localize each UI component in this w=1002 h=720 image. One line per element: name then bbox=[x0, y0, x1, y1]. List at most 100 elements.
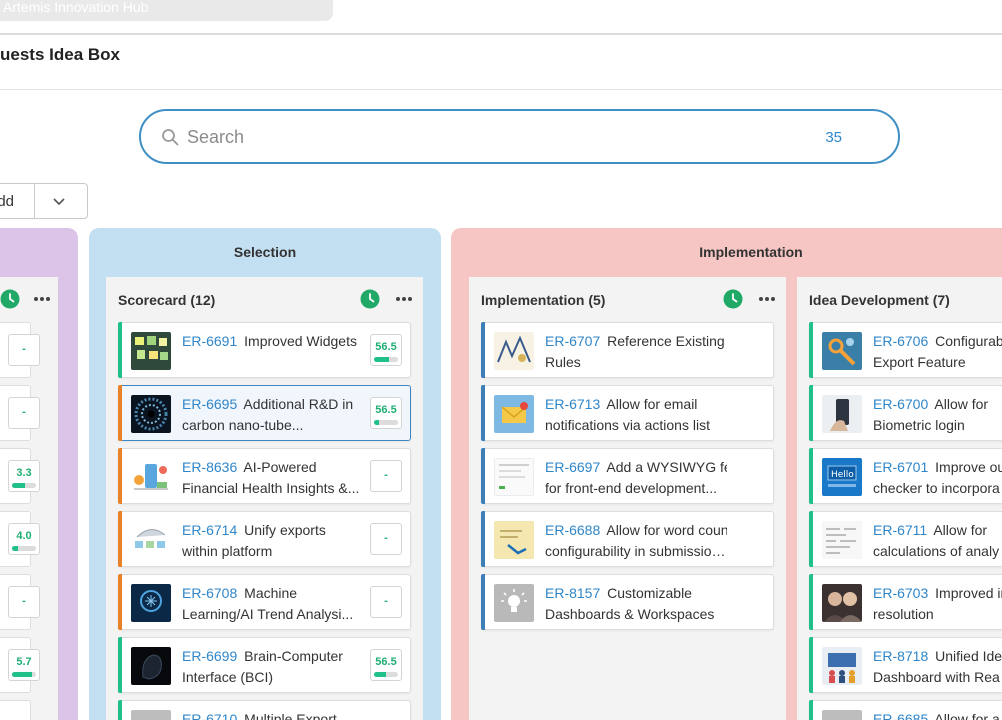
mail-thumb bbox=[494, 395, 534, 433]
idea-card[interactable]: ER-8157 Customizable Dashboards & Workspa… bbox=[481, 574, 774, 630]
score-badge[interactable]: 56.5 bbox=[370, 397, 402, 429]
card-id[interactable]: ER-6701 bbox=[873, 459, 928, 475]
score-value: 56.5 bbox=[375, 656, 397, 668]
idea-card[interactable]: ER-6699 Brain-Computer Interface (BCI) 56.… bbox=[118, 637, 411, 693]
card-id[interactable]: ER-6697 bbox=[545, 459, 600, 475]
card-title[interactable]: ER-6714 Unify exports within platform bbox=[182, 520, 364, 562]
card-id[interactable]: ER-8157 bbox=[545, 585, 600, 601]
title-divider bbox=[0, 89, 1002, 90]
score-badge[interactable]: - bbox=[8, 586, 40, 618]
idea-card[interactable]: ER-6707 Reference Existing Rules bbox=[481, 322, 774, 378]
card-id[interactable]: ER-6699 bbox=[182, 648, 237, 664]
score-badge[interactable]: - bbox=[370, 460, 402, 492]
clock-icon[interactable] bbox=[360, 289, 380, 309]
score-badge[interactable]: 5.7 bbox=[8, 649, 40, 681]
card-title-text: Additional R&D in bbox=[243, 396, 354, 412]
card-title[interactable]: ER-6691 Improved Widgets bbox=[182, 331, 364, 352]
card-line1: ER-6695 Additional R&D in bbox=[182, 396, 353, 412]
card-id[interactable]: ER-6691 bbox=[182, 333, 237, 349]
card-title[interactable]: ER-6685 Allow for a bbox=[873, 709, 1002, 720]
card-title[interactable]: ER-6710 Multiple Export bbox=[182, 709, 364, 720]
card-id[interactable]: ER-6711 bbox=[873, 522, 927, 538]
card-title[interactable]: ER-8718 Unified Idea Dashboard with Rea bbox=[873, 646, 1002, 688]
idea-card[interactable]: ER-6710 Multiple Export bbox=[118, 700, 411, 720]
idea-card-partial[interactable]: - bbox=[0, 574, 40, 630]
card-title[interactable]: ER-6706 Configurab Export Feature bbox=[873, 331, 1002, 373]
idea-card[interactable]: ER-6714 Unify exports within platform - bbox=[118, 511, 411, 567]
idea-card[interactable]: ER-6697 Add a WYSIWYG feature for front-e… bbox=[481, 448, 774, 504]
card-title[interactable]: ER-6697 Add a WYSIWYG feature for front-e… bbox=[545, 457, 727, 499]
idea-card[interactable]: ER-8718 Unified Idea Dashboard with Rea bbox=[809, 637, 1002, 693]
card-line1: ER-6707 Reference Existing bbox=[545, 333, 725, 349]
card-id[interactable]: ER-8718 bbox=[873, 648, 928, 664]
card-title[interactable]: ER-6695 Additional R&D in carbon nano-tub… bbox=[182, 394, 364, 436]
card-line1: ER-6713 Allow for email bbox=[545, 396, 697, 412]
card-id[interactable]: ER-6685 bbox=[873, 711, 928, 720]
idea-card[interactable]: Hello ER-6701 Improve ou checker to incorp… bbox=[809, 448, 1002, 504]
score-value: - bbox=[384, 469, 388, 481]
card-title[interactable]: ER-6699 Brain-Computer Interface (BCI) bbox=[182, 646, 364, 688]
idea-card[interactable]: ER-6706 Configurab Export Feature bbox=[809, 322, 1002, 378]
card-id[interactable]: ER-6695 bbox=[182, 396, 237, 412]
card-title-text: Unify exports bbox=[244, 522, 326, 538]
card-id[interactable]: ER-6703 bbox=[873, 585, 928, 601]
add-button[interactable]: dd bbox=[0, 193, 14, 210]
search-bar[interactable]: 35 bbox=[139, 109, 900, 164]
idea-card[interactable]: ER-8636 AI-Powered Financial Health Insig… bbox=[118, 448, 411, 504]
card-title[interactable]: ER-6700 Allow for Biometric login bbox=[873, 394, 1002, 436]
idea-card[interactable]: ER-6688 Allow for word count configurabil… bbox=[481, 511, 774, 567]
card-title[interactable]: ER-8636 AI-Powered Financial Health Insig… bbox=[182, 457, 364, 499]
card-title[interactable]: ER-6703 Improved in resolution bbox=[873, 583, 1002, 625]
idea-card[interactable]: ER-6691 Improved Widgets 56.5 bbox=[118, 322, 411, 378]
idea-card-partial[interactable]: 3.3 bbox=[0, 448, 40, 504]
clock-icon[interactable] bbox=[723, 289, 743, 309]
idea-card[interactable]: ER-6708 Machine Learning/AI Trend Analysi… bbox=[118, 574, 411, 630]
whiteboard-thumb bbox=[131, 332, 171, 370]
idea-card[interactable]: ER-6700 Allow for Biometric login bbox=[809, 385, 1002, 441]
chevron-down-icon[interactable] bbox=[52, 194, 66, 208]
card-title[interactable]: ER-6701 Improve ou checker to incorpora bbox=[873, 457, 1002, 499]
idea-card[interactable]: ER-6703 Improved in resolution bbox=[809, 574, 1002, 630]
score-badge[interactable]: - bbox=[8, 397, 40, 429]
card-title[interactable]: ER-6713 Allow for email notifications via… bbox=[545, 394, 727, 436]
search-input[interactable] bbox=[187, 123, 747, 151]
idea-card[interactable]: ER-6713 Allow for email notifications via… bbox=[481, 385, 774, 441]
card-id[interactable]: ER-6710 bbox=[182, 711, 237, 720]
card-status-bar bbox=[118, 448, 122, 504]
card-id[interactable]: ER-6714 bbox=[182, 522, 237, 538]
idea-card-partial[interactable]: - bbox=[0, 385, 40, 441]
idea-card-partial[interactable]: 4.0 bbox=[0, 511, 40, 567]
card-title[interactable]: ER-6707 Reference Existing Rules bbox=[545, 331, 727, 373]
idea-card-partial[interactable] bbox=[0, 700, 31, 720]
card-title[interactable]: ER-8157 Customizable Dashboards & Workspa… bbox=[545, 583, 727, 625]
column-title-implementation: Implementation (5) bbox=[481, 292, 606, 308]
idea-card-partial[interactable]: 5.7 bbox=[0, 637, 40, 693]
card-id[interactable]: ER-6707 bbox=[545, 333, 600, 349]
idea-card-partial[interactable]: - bbox=[0, 322, 40, 378]
workspace-selector[interactable]: n Artemis Innovation Hub bbox=[0, 0, 333, 21]
card-id[interactable]: ER-6708 bbox=[182, 585, 237, 601]
more-options-icon[interactable] bbox=[32, 289, 52, 309]
idea-card[interactable]: ER-6711 Allow for calculations of analy bbox=[809, 511, 1002, 567]
card-id[interactable]: ER-8636 bbox=[182, 459, 237, 475]
card-id[interactable]: ER-6700 bbox=[873, 396, 928, 412]
card-title[interactable]: ER-6711 Allow for calculations of analy bbox=[873, 520, 1002, 562]
score-badge[interactable]: 4.0 bbox=[8, 523, 40, 555]
more-options-icon[interactable] bbox=[757, 289, 777, 309]
card-id[interactable]: ER-6706 bbox=[873, 333, 928, 349]
card-title[interactable]: ER-6708 Machine Learning/AI Trend Analysi… bbox=[182, 583, 364, 625]
score-badge[interactable]: - bbox=[8, 334, 40, 366]
card-id[interactable]: ER-6713 bbox=[545, 396, 600, 412]
score-badge[interactable]: - bbox=[370, 523, 402, 555]
card-title-text: Allow for a bbox=[934, 711, 1000, 720]
clock-icon[interactable] bbox=[0, 289, 20, 309]
idea-card[interactable]: ER-6685 Allow for a bbox=[809, 700, 1002, 720]
score-badge[interactable]: 56.5 bbox=[370, 649, 402, 681]
score-badge[interactable]: - bbox=[370, 586, 402, 618]
card-id[interactable]: ER-6688 bbox=[545, 522, 600, 538]
more-options-icon[interactable] bbox=[394, 289, 414, 309]
score-badge[interactable]: 3.3 bbox=[8, 460, 40, 492]
card-title[interactable]: ER-6688 Allow for word count configurabil… bbox=[545, 520, 727, 562]
idea-card[interactable]: ER-6695 Additional R&D in carbon nano-tub… bbox=[118, 385, 411, 441]
score-badge[interactable]: 56.5 bbox=[370, 334, 402, 366]
